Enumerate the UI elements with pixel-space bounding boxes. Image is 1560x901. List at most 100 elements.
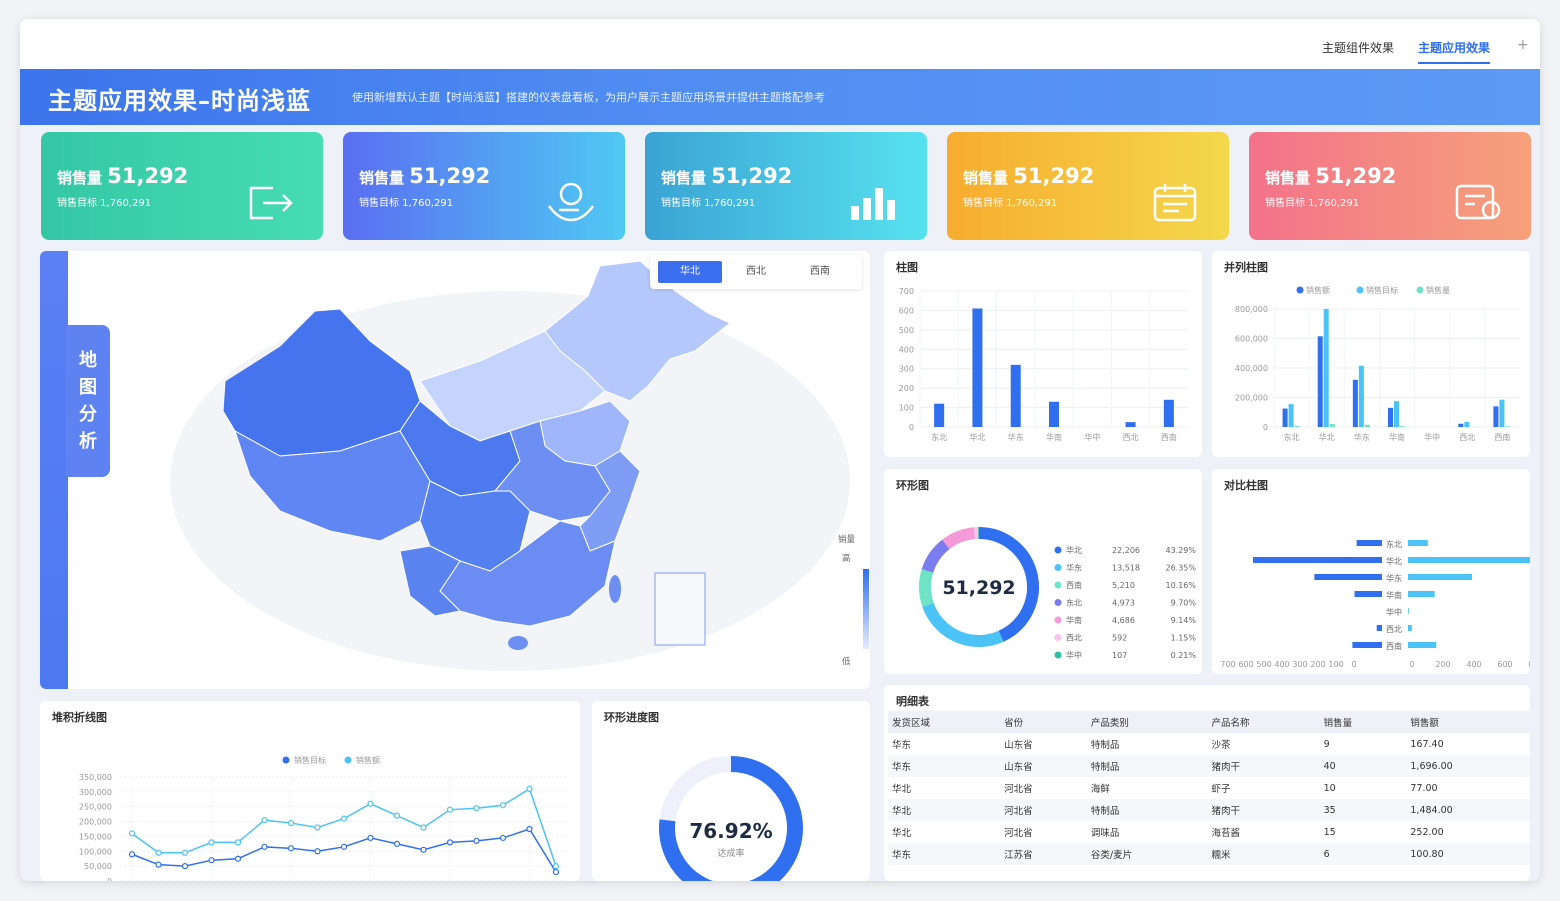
y-tick-label: 150,000 [79,832,112,841]
data-point [261,816,268,824]
y-tick-label: 300,000 [79,788,112,797]
x-tick-label: 西北 [1123,433,1139,442]
kpi-target: 销售目标 1,760,291 [1265,198,1360,209]
table-cell: 华东 [892,740,912,751]
table-cell: 山东省 [1000,755,1087,777]
bar-right [1408,608,1409,614]
legend-dot [282,756,290,764]
table-cell: 河北省 [1004,784,1033,795]
bar-chart: 0 100 200 300 400 500 600 700 东北 华北 华东 华南 华中 西北 西南 [899,287,1188,442]
legend-dot [1054,599,1062,606]
table-row[interactable]: 华东 山东省 特制品 猪肉干 40 1,696.00 [888,755,1530,777]
add-tab-button[interactable]: + [1517,37,1529,53]
legend-value: 13,518 [1112,564,1140,573]
tab-theme-components[interactable]: 主题组件效果 [1322,39,1394,56]
table-cell: 调味品 [1090,828,1120,839]
y-tick-label: 0 [1263,423,1268,432]
table-cell: 特制品 [1090,740,1120,751]
kpi-label: 销售量 51,292 [359,164,491,188]
segment-huabei[interactable]: 华北 [658,261,722,283]
tab-theme-application[interactable]: 主题应用效果 [1418,39,1491,64]
table-row[interactable]: 华东 山东省 特制品 沙茶 9 167.40 [888,733,1530,755]
x-tick-label: 华东 [1008,432,1024,442]
table-cell: 虾子 [1211,784,1231,795]
bar [1294,425,1300,427]
y-tick-label: 400 [899,345,914,354]
column-header[interactable]: 发货区域 [888,711,1001,733]
column-header[interactable]: 省份 [1000,711,1087,733]
category-label: 西南 [1386,641,1402,651]
table-cell: 河北省 [1004,828,1033,839]
legend-dot [1054,546,1062,554]
kpi-value: 51,292 [1013,164,1095,188]
ticket-icon [1455,184,1501,220]
kpi-value: 51,292 [409,164,491,188]
kpi-target: 销售目标 1,760,291 [661,198,756,209]
data-point [155,849,162,856]
table-row[interactable]: 华北 河北省 调味品 海苔酱 15 252.00 [888,821,1530,843]
line-chart-panel: 堆积折线图 050,000100,000150,000200,000250,00… [40,701,580,881]
x-tick-label: 东北 [1284,432,1300,442]
bar-right [1408,591,1435,597]
progress-value: 76.92% [689,819,773,843]
data-point [393,840,401,847]
data-point [234,855,242,862]
table-row[interactable]: 华北 河北省 海鲜 虾子 10 77.00 [888,777,1530,799]
x-tick-label: 华中 [1084,432,1100,442]
category-label: 华东 [1386,573,1402,583]
legend-pct: 0.21% [1171,651,1197,660]
category-label: 华南 [1386,590,1402,600]
table-cell: 糯米 [1207,843,1320,865]
donut-chart: 51,292 华北 22,206 43.29% 华东 13,518 26.35% 西南 5,21… [919,527,1197,660]
legend-dot [1356,286,1364,294]
bar-left [1356,540,1382,546]
column-header[interactable]: 产品名称 [1207,711,1320,733]
detail-table: 发货区域 省份 产品类别 产品名称 销售量 销售额 华东 山东省 特制品 沙茶 9 167.40 华东… [888,711,1530,865]
map-region-taiwan [609,575,621,603]
bar [1400,426,1405,427]
kpi-card: 销售量 51,292 销售目标 1,760,291 [41,132,323,240]
y-tick-label: 300 [899,365,914,374]
y-tick-label: 500 [899,326,914,335]
china-map [170,260,869,671]
legend-label: 西南 [1066,580,1082,590]
legend-label: 华中 [1066,650,1082,660]
data-point [552,868,560,876]
column-header[interactable]: 销售量 [1319,711,1407,733]
data-point [340,815,348,822]
y-tick-label: 700 [899,287,914,296]
compare-bar-chart: 东北华北华东华南华中西北西南700 600 500 400 300 200 100 0 0 200… [1220,539,1530,669]
data-point [181,849,189,856]
x-tick-label: 华东 [1354,432,1370,442]
segment-xibei[interactable]: 西北 [724,261,788,283]
legend-label: 销售量 [1426,285,1450,295]
line-chart: 0 50,000 100,000 150,000 200,000 250,000 300,0… [79,755,568,881]
data-point [499,802,507,809]
x-tick-label: 200 [1435,660,1450,669]
column-header[interactable]: 产品类别 [1086,711,1208,733]
table-row[interactable]: 华东 江苏省 谷类/麦片 糯米 6 100.80 [888,843,1530,865]
category-label: 西北 [1386,625,1402,634]
y-tick-label: 100 [899,404,914,413]
bar [1163,399,1174,427]
exit-icon [249,186,293,220]
table-cell: 15 [1323,826,1336,838]
bar [1394,401,1399,427]
column-header[interactable]: 销售额 [1406,711,1530,733]
table-cell: 35 [1319,799,1407,821]
bar-right [1408,642,1437,648]
map-panel: 地 图 分 析 销量 高 低 华北 西北 西南 [40,251,870,689]
data-point [155,861,162,868]
x-tick-label: 400 [1466,660,1481,669]
table-row[interactable]: 华北 河北省 特制品 猪肉干 35 1,484.00 [888,799,1530,821]
bar [1352,379,1358,427]
x-tick-label: 600 [1238,660,1253,669]
x-tick-label: 西南 [1494,432,1510,442]
map-region-hainan [508,636,528,650]
table-cell: 10 [1323,782,1336,794]
segment-xinan[interactable]: 西南 [788,261,852,283]
y-tick-label: 350,000 [79,773,112,782]
bar-left [1253,557,1382,563]
y-tick-label: 50,000 [84,862,112,871]
series-line [131,828,557,873]
